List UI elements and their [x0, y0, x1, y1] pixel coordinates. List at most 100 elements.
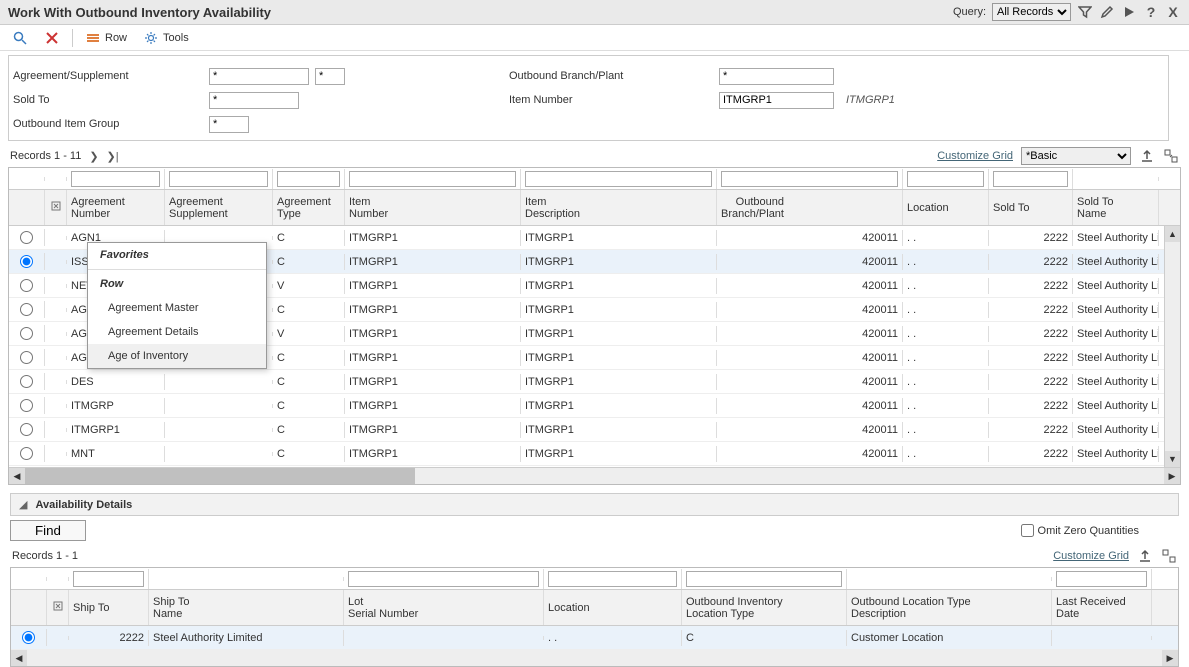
- scroll-right-icon-2[interactable]: ▶: [1162, 650, 1178, 666]
- grid-nav: Records 1 - 11 ❯ ❯| Customize Grid *Basi…: [0, 145, 1189, 167]
- filter-agreement-input[interactable]: [209, 68, 309, 85]
- scroll-left-icon[interactable]: ◀: [9, 468, 25, 484]
- h-sold-to-name[interactable]: Sold To Name: [1073, 190, 1159, 225]
- search-button[interactable]: [8, 28, 32, 48]
- gear-icon: [143, 30, 159, 46]
- qbe-oil-type[interactable]: [686, 571, 842, 587]
- menu-favorites: Favorites: [88, 243, 266, 267]
- row-select-radio[interactable]: [20, 327, 33, 340]
- qbe-lot[interactable]: [348, 571, 539, 587]
- pin-icon[interactable]: [50, 200, 62, 215]
- h-agr-num[interactable]: Agreement Number: [67, 190, 165, 225]
- menu-agreement-details[interactable]: Agreement Details: [88, 320, 266, 344]
- h-lrd[interactable]: Last Received Date: [1052, 590, 1152, 625]
- qbe-agr-num[interactable]: [71, 171, 160, 187]
- scroll-thumb[interactable]: [25, 468, 415, 484]
- h-sold-to[interactable]: Sold To: [989, 190, 1073, 225]
- customize-grid-link-2[interactable]: Customize Grid: [1053, 550, 1129, 562]
- last-page-icon[interactable]: ❯|: [107, 150, 119, 163]
- table-row[interactable]: ITMGRPCITMGRP1ITMGRP1420011. .2222Steel …: [9, 394, 1180, 418]
- cell-sup: [165, 236, 273, 240]
- qbe-ship-to[interactable]: [73, 571, 144, 587]
- customize-grid-link[interactable]: Customize Grid: [937, 150, 1013, 162]
- export-icon-2[interactable]: [1137, 548, 1153, 564]
- close-icon[interactable]: X: [1165, 4, 1181, 20]
- h-item-num[interactable]: Item Number: [345, 190, 521, 225]
- cell-itm: ITMGRP1: [345, 374, 521, 390]
- maximize-icon-2[interactable]: [1161, 548, 1177, 564]
- table-row[interactable]: MNTCITMGRP1ITMGRP1420011. .2222Steel Aut…: [9, 442, 1180, 466]
- qbe-agr-typ[interactable]: [277, 171, 340, 187]
- menu-agreement-master[interactable]: Agreement Master: [88, 296, 266, 320]
- row-select-radio[interactable]: [20, 279, 33, 292]
- qbe-agr-sup[interactable]: [169, 171, 268, 187]
- filter-out-item-group-input[interactable]: [209, 116, 249, 133]
- filter-sold-to-input[interactable]: [209, 92, 299, 109]
- qbe-location[interactable]: [907, 171, 984, 187]
- horizontal-scrollbar-2[interactable]: ◀ ▶: [11, 650, 1178, 666]
- table-row[interactable]: ITMGRP1CITMGRP1ITMGRP1420011. .2222Steel…: [9, 418, 1180, 442]
- h-agr-typ[interactable]: Agreement Type: [273, 190, 345, 225]
- qbe-loc2[interactable]: [548, 571, 677, 587]
- grid-view-select[interactable]: *Basic: [1021, 147, 1131, 165]
- filter-item-number-input[interactable]: [719, 92, 834, 109]
- row-select-radio[interactable]: [20, 423, 33, 436]
- scroll-right-icon[interactable]: ▶: [1164, 468, 1180, 484]
- horizontal-scrollbar[interactable]: ◀ ▶: [9, 468, 1180, 484]
- close-button[interactable]: [40, 28, 64, 48]
- maximize-icon[interactable]: [1163, 148, 1179, 164]
- h-item-desc[interactable]: Item Description: [521, 190, 717, 225]
- qbe-out-bp[interactable]: [721, 171, 898, 187]
- pencil-icon[interactable]: [1099, 4, 1115, 20]
- table-row[interactable]: DESCITMGRP1ITMGRP1420011. .2222Steel Aut…: [9, 370, 1180, 394]
- filter-outbound-bp-input[interactable]: [719, 68, 834, 85]
- h-location[interactable]: Location: [903, 190, 989, 225]
- query-select[interactable]: All Records: [992, 3, 1071, 21]
- filter-supplement-input[interactable]: [315, 68, 345, 85]
- row-select-radio[interactable]: [20, 351, 33, 364]
- qbe-item-desc[interactable]: [525, 171, 712, 187]
- play-icon[interactable]: [1121, 4, 1137, 20]
- row-select-radio[interactable]: [20, 399, 33, 412]
- scroll-down-icon[interactable]: ▼: [1165, 451, 1180, 467]
- search-icon: [12, 30, 28, 46]
- row-button[interactable]: Row: [81, 28, 131, 48]
- tools-button[interactable]: Tools: [139, 28, 193, 48]
- h-ship-to-name[interactable]: Ship To Name: [149, 590, 344, 625]
- row-label: Row: [105, 32, 127, 44]
- row-select-radio[interactable]: [20, 447, 33, 460]
- next-page-icon[interactable]: ❯: [89, 150, 98, 163]
- vertical-scrollbar[interactable]: ▲ ▼: [1164, 226, 1180, 467]
- h-out-bp[interactable]: Outbound Branch/Plant: [717, 190, 903, 225]
- table-row[interactable]: 2222Steel Authority Limited. .CCustomer …: [11, 626, 1178, 650]
- cell-loc: . .: [903, 350, 989, 366]
- h-agr-sup[interactable]: Agreement Supplement: [165, 190, 273, 225]
- cell-sold: 2222: [989, 326, 1073, 342]
- h-oil-type[interactable]: Outbound Inventory Location Type: [682, 590, 847, 625]
- scroll-left-icon-2[interactable]: ◀: [11, 650, 27, 666]
- menu-age-of-inventory[interactable]: Age of Inventory: [88, 344, 266, 368]
- find-button[interactable]: Find: [10, 520, 86, 541]
- h-lot[interactable]: Lot Serial Number: [344, 590, 544, 625]
- row-select-radio[interactable]: [20, 303, 33, 316]
- filter-icon[interactable]: [1077, 4, 1093, 20]
- h-location-2[interactable]: Location: [544, 590, 682, 625]
- scroll-up-icon[interactable]: ▲: [1165, 226, 1180, 242]
- row-select-radio[interactable]: [20, 255, 33, 268]
- row-select-radio[interactable]: [20, 375, 33, 388]
- qbe-item-num[interactable]: [349, 171, 516, 187]
- row-select-radio[interactable]: [22, 631, 35, 644]
- qbe-sold-to[interactable]: [993, 171, 1068, 187]
- h-ol-desc[interactable]: Outbound Location Type Description: [847, 590, 1052, 625]
- row-select-radio[interactable]: [20, 231, 33, 244]
- collapse-icon[interactable]: ◢: [19, 498, 27, 511]
- omit-zero-checkbox[interactable]: [1021, 524, 1034, 537]
- h-ship-to[interactable]: Ship To: [69, 590, 149, 625]
- export-icon[interactable]: [1139, 148, 1155, 164]
- cell-loc: . .: [903, 374, 989, 390]
- help-icon[interactable]: ?: [1143, 4, 1159, 20]
- cell-dsc: ITMGRP1: [521, 302, 717, 318]
- pin-icon-2[interactable]: [52, 600, 64, 615]
- qbe-lrd[interactable]: [1056, 571, 1147, 587]
- details-header[interactable]: ◢ Availability Details: [10, 493, 1179, 516]
